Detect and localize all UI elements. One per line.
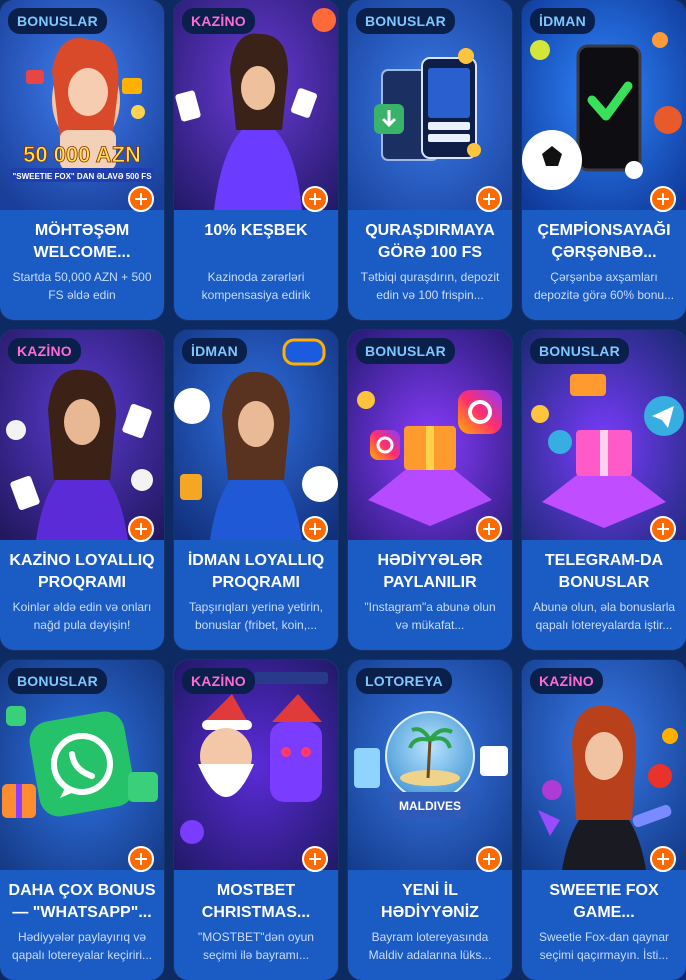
promo-description: Hədiyyələr paylayırıq və qapalı lotereyal… — [11, 930, 153, 962]
promo-card-casino-loyalty[interactable]: KAZİNO KAZİNO LOYALLIQ PROQRAMI Koinlər ə… — [0, 330, 164, 650]
promotions-grid: 50 000 AZN "SWEETIE FOX" DAN ƏLAVƏ 500 F… — [0, 0, 686, 980]
category-badge: KAZİNO — [182, 8, 255, 34]
promo-image-subtext: "SWEETIE FOX" DAN ƏLAVƏ 500 FS — [12, 172, 152, 181]
promo-description: Çərşənbə axşamları depozitə görə 60% bonu… — [533, 270, 675, 302]
plus-icon[interactable] — [476, 846, 502, 872]
promo-description: Tətbiqi quraşdırın, depozit edin və 100 f… — [360, 270, 500, 302]
plus-icon[interactable] — [302, 186, 328, 212]
category-badge: KAZİNO — [530, 668, 603, 694]
promo-description: Tapşırıqları yerinə yetirin, bonuslar (fr… — [188, 600, 324, 632]
promo-description: Startda 50,000 AZN + 500 FS əldə edin — [12, 270, 152, 302]
category-badge: KAZİNO — [8, 338, 81, 364]
promo-title: SWEETIE FOX GAME... — [549, 882, 659, 921]
promo-title: MOSTBET CHRISTMAS... — [201, 882, 311, 921]
promo-card-champion-wednesday[interactable]: İDMAN ÇEMPİONSAYAĞI ÇƏRŞƏNBƏ... Çərşənbə … — [522, 0, 686, 320]
promo-card-install[interactable]: BONUSLAR QURAŞDIRMAYA GÖRƏ 100 FS Tətbiqi… — [348, 0, 512, 320]
category-badge: KAZİNO — [182, 668, 255, 694]
promo-title: MÖHTƏŞƏM WELCOME... — [33, 222, 131, 261]
promo-title: ÇEMPİONSAYAĞI ÇƏRŞƏNBƏ... — [537, 222, 671, 261]
promo-card-mostbet-christmas[interactable]: KAZİNO MOSTBET CHRISTMAS... "MOSTBET"dən … — [174, 660, 338, 980]
plus-icon[interactable] — [128, 846, 154, 872]
promo-title: DAHA ÇOX BONUS — "WHATSAPP"... — [8, 882, 156, 921]
promo-description: Sweetie Fox-dan qaynar seçimi qaçırmayın.… — [538, 930, 670, 962]
promo-description: Kazinoda zərərləri kompensasiya edirik — [201, 270, 311, 302]
category-badge: İDMAN — [182, 338, 247, 364]
promo-title: İDMAN LOYALLIQ PROQRAMI — [187, 552, 325, 591]
category-badge: BONUSLAR — [356, 338, 455, 364]
promo-description: Bayram lotereyasında Maldiv adalarına lük… — [368, 930, 492, 962]
plus-icon[interactable] — [476, 516, 502, 542]
promo-card-sport-loyalty[interactable]: İDMAN İDMAN LOYALLIQ PROQRAMI Tapşırıqlar… — [174, 330, 338, 650]
promo-card-sweetie-fox-game[interactable]: KAZİNO SWEETIE FOX GAME... Sweetie Fox-da… — [522, 660, 686, 980]
category-badge: BONUSLAR — [530, 338, 629, 364]
promo-card-whatsapp[interactable]: BONUSLAR DAHA ÇOX BONUS — "WHATSAPP"... H… — [0, 660, 164, 980]
category-badge: BONUSLAR — [8, 8, 107, 34]
promo-title: YENİ İL HƏDİYYƏNİZ — [381, 882, 479, 921]
plus-icon[interactable] — [302, 846, 328, 872]
promo-card-instagram-gifts[interactable]: BONUSLAR HƏDİYYƏLƏR PAYLANILIR "Instagram… — [348, 330, 512, 650]
plus-icon[interactable] — [302, 516, 328, 542]
promo-description: "Instagram"a abunə olun və mükafat... — [364, 600, 496, 632]
promo-title: TELEGRAM-DA BONUSLAR — [544, 552, 664, 591]
plus-icon[interactable] — [476, 186, 502, 212]
promo-description: Koinlər əldə edin və onları nağd pula dəy… — [12, 600, 152, 632]
plus-icon[interactable] — [128, 186, 154, 212]
promo-card-cashback[interactable]: KAZİNO 10% KEŞBEK Kazinoda zərərləri komp… — [174, 0, 338, 320]
promo-description: Abunə olun, əla bonuslarla qapalı loterey… — [532, 600, 676, 632]
promo-card-telegram-bonuses[interactable]: BONUSLAR TELEGRAM-DA BONUSLAR Abunə olun,… — [522, 330, 686, 650]
plus-icon[interactable] — [650, 516, 676, 542]
promo-description: "MOSTBET"dən oyun seçimi ilə bayramı... — [198, 930, 314, 962]
promo-image-label: MALDIVES — [399, 799, 461, 813]
promo-title: QURAŞDIRMAYA GÖRƏ 100 FS — [365, 222, 495, 261]
category-badge: BONUSLAR — [356, 8, 455, 34]
promo-card-new-year-gift[interactable]: MALDIVES LOTOREYA YENİ İL HƏDİYYƏNİZ Bayr… — [348, 660, 512, 980]
promo-title: KAZİNO LOYALLIQ PROQRAMI — [9, 552, 155, 591]
category-badge: LOTOREYA — [356, 668, 452, 694]
promo-title: HƏDİYYƏLƏR PAYLANILIR — [377, 552, 483, 591]
plus-icon[interactable] — [650, 846, 676, 872]
plus-icon[interactable] — [128, 516, 154, 542]
plus-icon[interactable] — [650, 186, 676, 212]
promo-title: 10% KEŞBEK — [204, 222, 308, 239]
promo-image-amount: 50 000 AZN — [23, 142, 141, 167]
category-badge: İDMAN — [530, 8, 595, 34]
promo-card-welcome[interactable]: 50 000 AZN "SWEETIE FOX" DAN ƏLAVƏ 500 F… — [0, 0, 164, 320]
category-badge: BONUSLAR — [8, 668, 107, 694]
